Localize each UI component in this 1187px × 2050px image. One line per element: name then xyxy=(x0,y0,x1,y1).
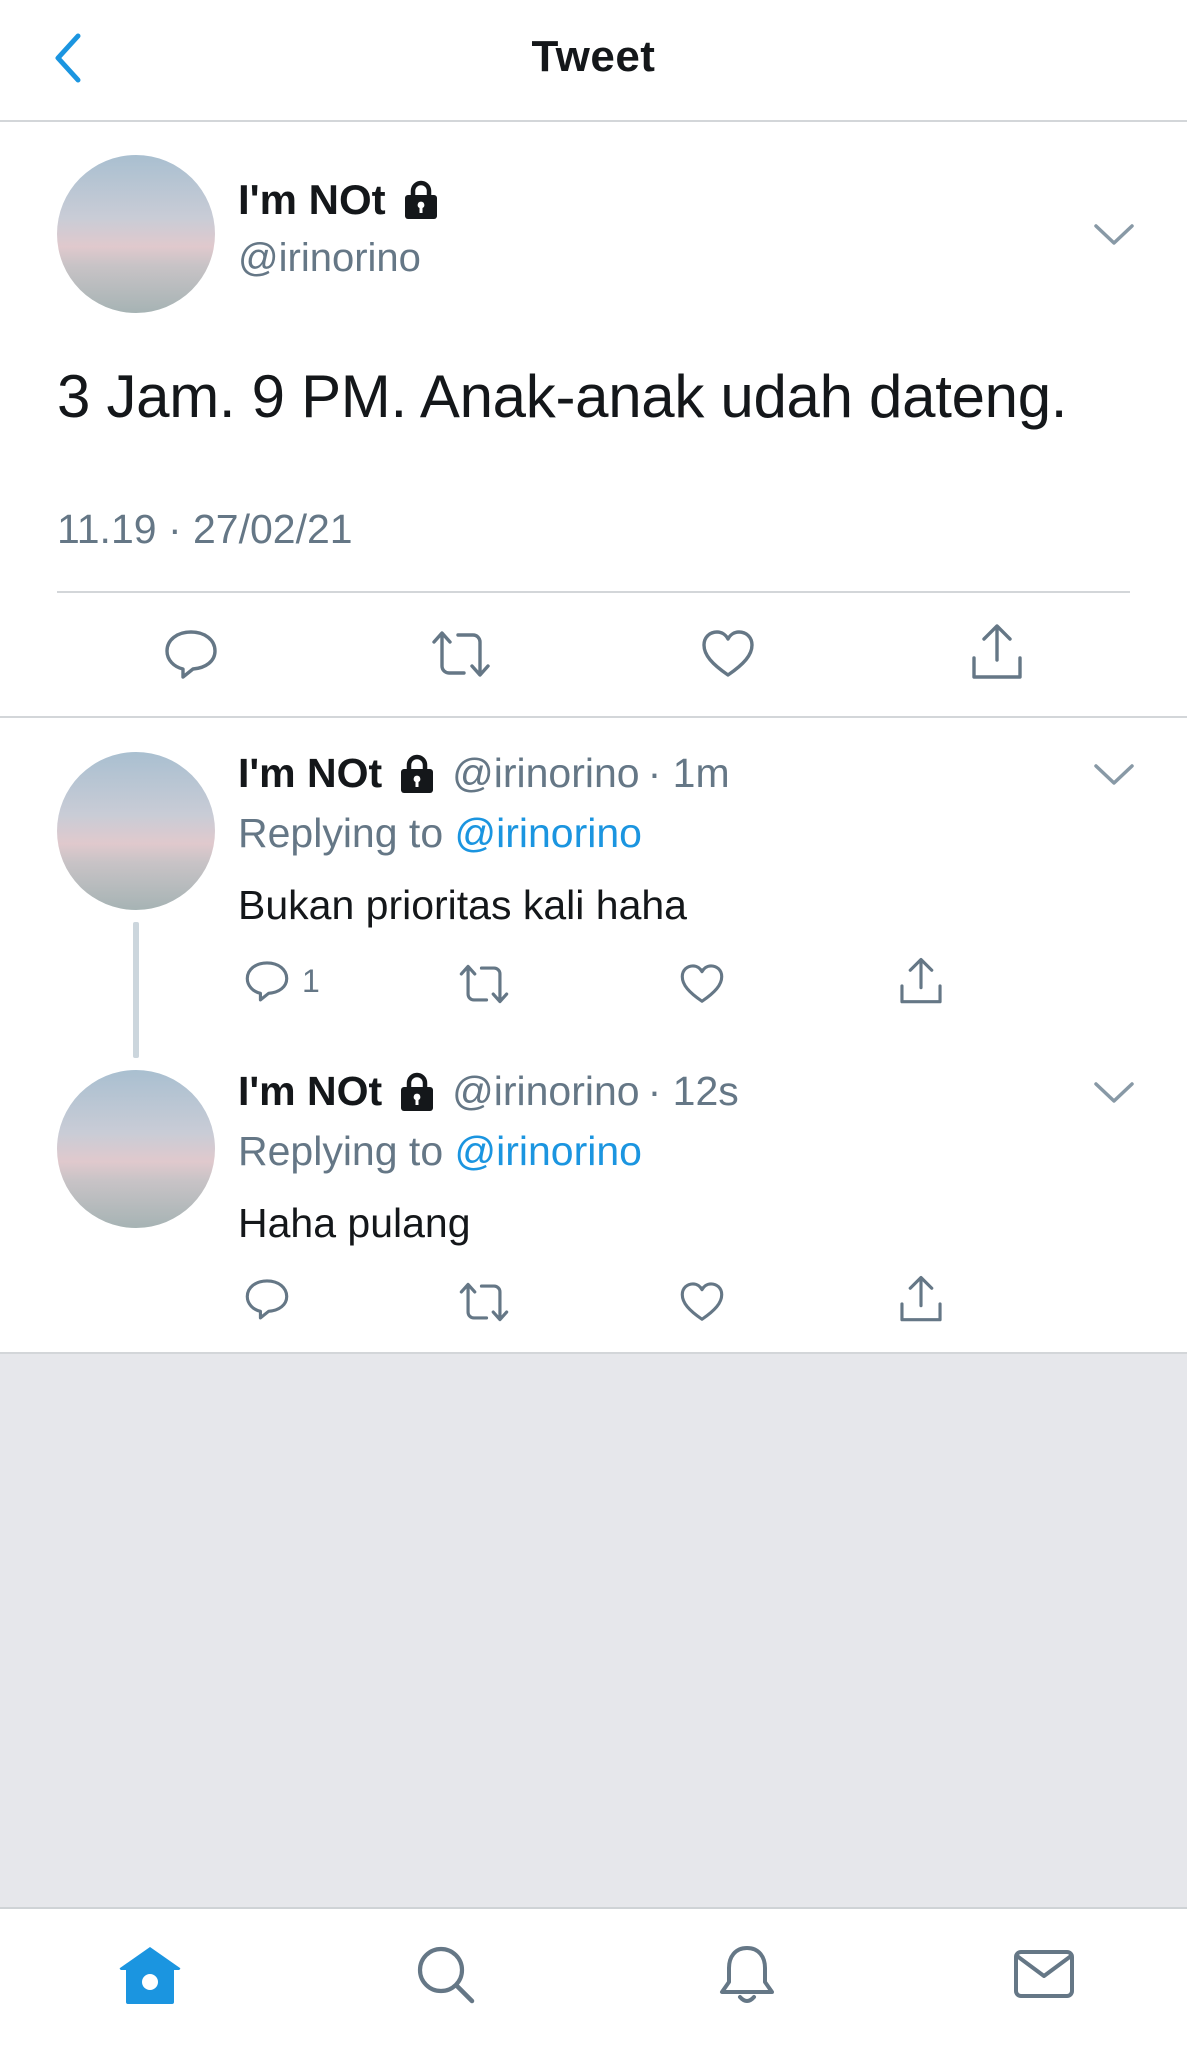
replying-prefix: Replying to xyxy=(238,1128,455,1174)
replying-handle-link[interactable]: @irinorino xyxy=(455,810,642,856)
share-button[interactable] xyxy=(968,622,1026,682)
retweet-button[interactable] xyxy=(458,962,510,1006)
home-icon xyxy=(119,1947,181,2004)
empty-area xyxy=(0,1354,1187,1907)
tweet-timestamp: 11.19 · 27/02/21 xyxy=(57,506,353,552)
tab-search[interactable] xyxy=(415,1944,477,2006)
share-button[interactable] xyxy=(897,956,945,1006)
divider xyxy=(57,591,1130,593)
reply-time: · 12s xyxy=(647,1068,739,1114)
lock-icon xyxy=(401,754,434,793)
reply-header: I'm NOt @irinorino · 1m xyxy=(238,750,730,797)
like-button[interactable] xyxy=(679,1280,725,1324)
reply-time: · 1m xyxy=(647,750,730,796)
like-icon xyxy=(680,1282,724,1321)
search-icon xyxy=(417,1946,475,2004)
lock-icon xyxy=(401,1072,434,1111)
divider xyxy=(0,120,1187,122)
reply-text: Bukan prioritas kali haha xyxy=(238,882,687,928)
author-name[interactable]: I'm NOt xyxy=(238,1068,382,1115)
tab-home[interactable] xyxy=(117,1944,183,2006)
replying-to: Replying to @irinorino xyxy=(238,1128,642,1175)
more-options-button[interactable] xyxy=(1092,760,1136,788)
author-name-text: I'm NOt xyxy=(238,176,386,223)
page-title: Tweet xyxy=(531,32,656,81)
thread-connector xyxy=(133,922,139,1058)
avatar[interactable] xyxy=(57,155,215,313)
author-handle[interactable]: @irinorino xyxy=(452,750,639,797)
reply-count: 1 xyxy=(302,962,320,999)
notifications-icon xyxy=(720,1946,774,2003)
author-handle[interactable]: @irinorino xyxy=(238,236,421,281)
reply-icon xyxy=(165,630,217,679)
chevron-down-icon xyxy=(1094,224,1134,245)
more-options-button[interactable] xyxy=(1092,220,1136,248)
reply-button[interactable]: 1 xyxy=(244,958,320,1004)
like-button[interactable] xyxy=(700,628,756,680)
share-icon xyxy=(900,1275,942,1322)
retweet-icon xyxy=(459,964,509,1004)
reply-button[interactable] xyxy=(163,626,219,682)
avatar[interactable] xyxy=(57,752,215,910)
chevron-down-icon xyxy=(1094,1082,1134,1103)
lock-icon xyxy=(404,180,437,219)
replying-handle-link[interactable]: @irinorino xyxy=(455,1128,642,1174)
tab-notifications[interactable] xyxy=(716,1942,778,2008)
author-name[interactable]: I'm NOt xyxy=(238,176,442,224)
retweet-button[interactable] xyxy=(430,628,492,680)
reply-icon xyxy=(245,961,289,1002)
like-icon xyxy=(702,630,754,677)
replying-prefix: Replying to xyxy=(238,810,455,856)
retweet-icon xyxy=(432,631,490,677)
retweet-icon xyxy=(459,1282,509,1322)
more-options-button[interactable] xyxy=(1092,1078,1136,1106)
like-button[interactable] xyxy=(679,962,725,1006)
tab-messages[interactable] xyxy=(1012,1948,1076,2000)
author-handle[interactable]: @irinorino xyxy=(452,1068,639,1115)
reply-icon xyxy=(245,1279,289,1320)
author-name[interactable]: I'm NOt xyxy=(238,750,382,797)
avatar[interactable] xyxy=(57,1070,215,1228)
like-icon xyxy=(680,964,724,1003)
reply-text: Haha pulang xyxy=(238,1200,471,1246)
messages-icon xyxy=(1014,1950,1074,1998)
share-button[interactable] xyxy=(897,1274,945,1324)
chevron-down-icon xyxy=(1094,764,1134,785)
retweet-button[interactable] xyxy=(458,1280,510,1324)
divider xyxy=(0,716,1187,718)
reply-header: I'm NOt @irinorino · 12s xyxy=(238,1068,739,1115)
replying-to: Replying to @irinorino xyxy=(238,810,642,857)
share-icon xyxy=(900,957,942,1004)
share-icon xyxy=(972,624,1022,679)
reply-button[interactable] xyxy=(244,1276,290,1322)
tweet-text: 3 Jam. 9 PM. Anak-anak udah dateng. xyxy=(57,363,1068,430)
